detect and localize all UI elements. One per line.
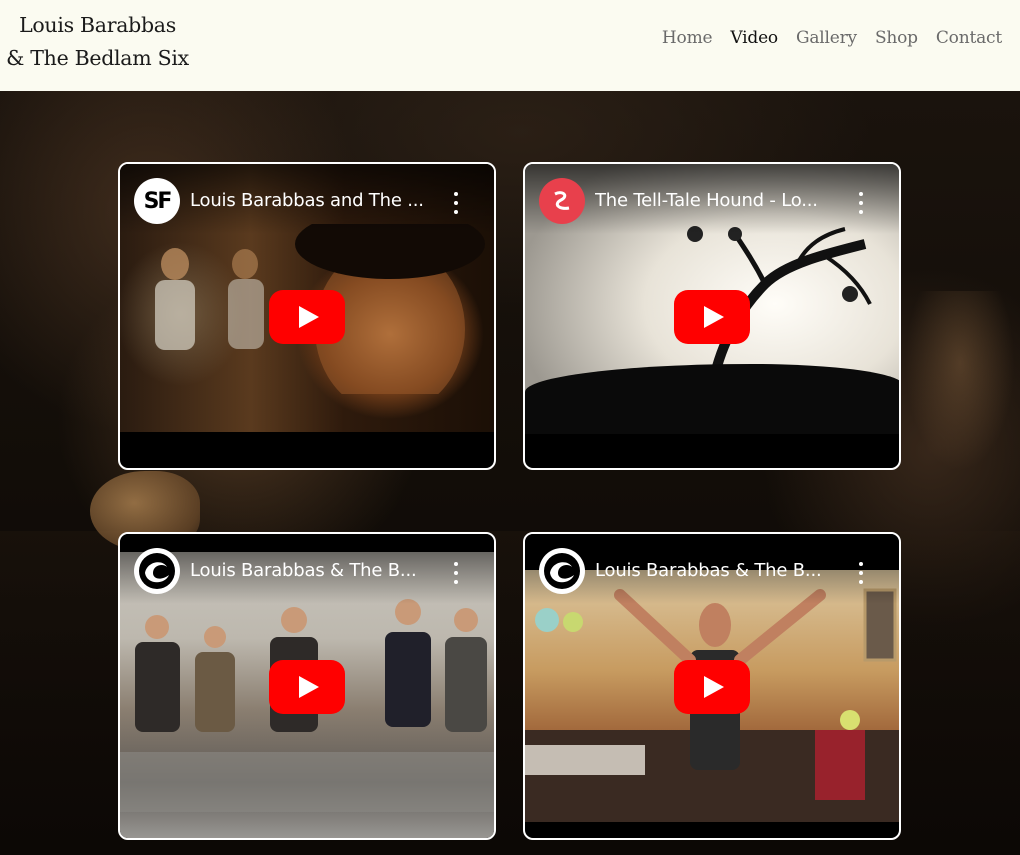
video-embed-4[interactable]: Louis Barabbas & The B... bbox=[523, 532, 901, 840]
drum-kit-image bbox=[905, 291, 1015, 471]
hero-background: SF Louis Barabbas and The ... The Tell-T… bbox=[0, 91, 1020, 855]
play-button-icon[interactable] bbox=[674, 660, 750, 714]
more-options-icon[interactable] bbox=[452, 192, 460, 214]
play-button-icon[interactable] bbox=[269, 660, 345, 714]
sf-logo-icon[interactable]: SF bbox=[134, 178, 180, 224]
play-button-icon[interactable] bbox=[674, 290, 750, 344]
site-logo[interactable]: Louis Barabbas & The Bedlam Six bbox=[0, 9, 195, 75]
nav-gallery[interactable]: Gallery bbox=[796, 28, 857, 48]
nav-home[interactable]: Home bbox=[662, 28, 713, 48]
site-header: Louis Barabbas & The Bedlam Six Home Vid… bbox=[0, 0, 1020, 91]
brand-line-1: Louis Barabbas bbox=[19, 13, 176, 37]
video-title[interactable]: Louis Barabbas and The ... bbox=[190, 190, 435, 211]
hill-silhouette bbox=[525, 364, 899, 434]
video-title[interactable]: The Tell-Tale Hound - Lo... bbox=[595, 190, 840, 211]
video-embed-3[interactable]: Louis Barabbas & The B... bbox=[118, 532, 496, 840]
more-options-icon[interactable] bbox=[857, 562, 865, 584]
more-options-icon[interactable] bbox=[452, 562, 460, 584]
nav-video[interactable]: Video bbox=[730, 28, 778, 48]
nav-shop[interactable]: Shop bbox=[875, 28, 918, 48]
video-embed-1[interactable]: SF Louis Barabbas and The ... bbox=[118, 162, 496, 470]
main-nav: Home Video Gallery Shop Contact bbox=[662, 28, 1002, 48]
wave-logo-icon[interactable] bbox=[134, 548, 180, 594]
video-embed-2[interactable]: The Tell-Tale Hound - Lo... bbox=[523, 162, 901, 470]
video-title[interactable]: Louis Barabbas & The B... bbox=[190, 560, 435, 581]
video-title[interactable]: Louis Barabbas & The B... bbox=[595, 560, 840, 581]
wave-logo-icon[interactable] bbox=[539, 548, 585, 594]
more-options-icon[interactable] bbox=[857, 192, 865, 214]
play-button-icon[interactable] bbox=[269, 290, 345, 344]
red-swirl-logo-icon[interactable] bbox=[539, 178, 585, 224]
brand-line-2: & The Bedlam Six bbox=[6, 46, 189, 70]
nav-contact[interactable]: Contact bbox=[936, 28, 1002, 48]
